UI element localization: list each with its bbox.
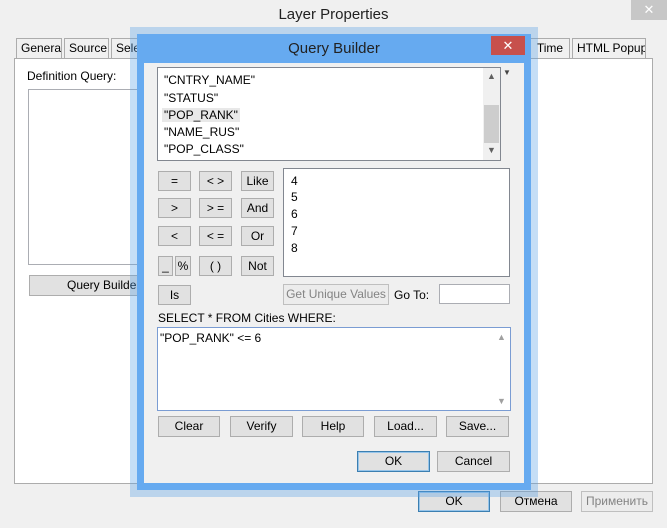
- less-than-button[interactable]: <: [158, 226, 191, 246]
- tab-html-popup[interactable]: HTML Popup: [572, 38, 646, 58]
- not-equal-button[interactable]: < >: [199, 171, 232, 191]
- field-item-selected[interactable]: "POP_RANK": [162, 108, 240, 122]
- is-button[interactable]: Is: [158, 285, 191, 305]
- query-builder-title: Query Builder: [288, 40, 380, 57]
- clear-button[interactable]: Clear: [158, 416, 220, 437]
- tab-time[interactable]: Time: [530, 38, 570, 58]
- cancel-button[interactable]: Отмена: [500, 491, 572, 512]
- get-unique-values-button[interactable]: Get Unique Values: [283, 284, 389, 305]
- scroll-up-icon[interactable]: ▲: [493, 332, 510, 342]
- load-button[interactable]: Load...: [374, 416, 437, 437]
- tab-general[interactable]: General: [16, 38, 62, 58]
- tab-source[interactable]: Source: [64, 38, 109, 58]
- or-button[interactable]: Or: [241, 226, 274, 246]
- value-item[interactable]: 6: [291, 207, 298, 221]
- parentheses-button[interactable]: ( ): [199, 256, 232, 276]
- goto-input[interactable]: [439, 284, 510, 304]
- scroll-up-icon[interactable]: ▲: [483, 71, 500, 81]
- like-button[interactable]: Like: [241, 171, 274, 191]
- greater-than-button[interactable]: >: [158, 198, 191, 218]
- query-builder-ok-button[interactable]: OK: [357, 451, 430, 472]
- window-title: Layer Properties: [278, 6, 389, 23]
- value-item[interactable]: 4: [291, 174, 298, 188]
- where-clause-scrollbar[interactable]: ▲ ▼: [493, 328, 510, 410]
- field-item[interactable]: "POP_CLASS": [164, 142, 244, 156]
- percent-button[interactable]: %: [175, 256, 191, 276]
- where-clause-textbox[interactable]: "POP_RANK" <= 6 ▲ ▼: [157, 327, 511, 411]
- definition-query-label: Definition Query:: [27, 69, 117, 83]
- equals-button[interactable]: =: [158, 171, 191, 191]
- save-button[interactable]: Save...: [446, 416, 509, 437]
- greater-equal-button[interactable]: > =: [199, 198, 232, 218]
- help-button[interactable]: Help: [302, 416, 364, 437]
- query-builder-button[interactable]: Query Builder...: [29, 275, 144, 296]
- chevron-down-icon[interactable]: ▼: [503, 68, 511, 77]
- not-button[interactable]: Not: [241, 256, 274, 276]
- query-builder-cancel-button[interactable]: Cancel: [437, 451, 510, 472]
- field-item[interactable]: "CNTRY_NAME": [164, 73, 255, 87]
- values-list[interactable]: 4 5 6 7 8: [283, 168, 510, 277]
- value-item[interactable]: 7: [291, 224, 298, 238]
- field-item[interactable]: "STATUS": [164, 91, 218, 105]
- field-list-scrollbar[interactable]: ▲ ▼: [483, 68, 500, 160]
- field-list[interactable]: "CNTRY_NAME" "STATUS" "POP_RANK" "NAME_R…: [157, 67, 501, 161]
- value-item[interactable]: 5: [291, 190, 298, 204]
- definition-query-textbox[interactable]: [28, 89, 143, 265]
- query-builder-close-button[interactable]: ✕: [491, 36, 525, 55]
- apply-button[interactable]: Применить: [581, 491, 653, 512]
- underscore-button[interactable]: _: [158, 256, 173, 276]
- scroll-down-icon[interactable]: ▼: [493, 396, 510, 406]
- select-statement-label: SELECT * FROM Cities WHERE:: [158, 311, 336, 325]
- field-item[interactable]: "NAME_RUS": [164, 125, 239, 139]
- verify-button[interactable]: Verify: [230, 416, 293, 437]
- ok-button[interactable]: OK: [418, 491, 490, 512]
- less-equal-button[interactable]: < =: [199, 226, 232, 246]
- window-close-button[interactable]: ✕: [631, 0, 667, 20]
- scroll-down-icon[interactable]: ▼: [483, 145, 500, 155]
- goto-label: Go To:: [394, 288, 430, 302]
- where-clause-text[interactable]: "POP_RANK" <= 6: [160, 331, 261, 345]
- scroll-thumb[interactable]: [484, 105, 499, 143]
- and-button[interactable]: And: [241, 198, 274, 218]
- value-item[interactable]: 8: [291, 241, 298, 255]
